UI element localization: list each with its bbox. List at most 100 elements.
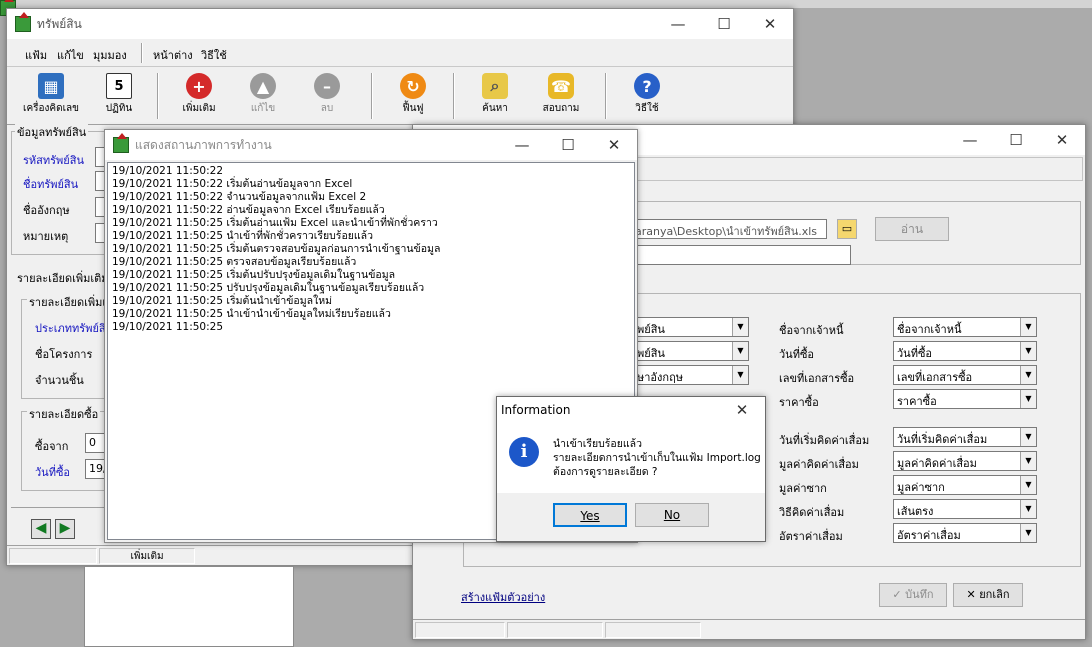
menu-window[interactable]: หน้าต่าง [153,46,193,64]
log-line: 19/10/2021 11:50:25 ตรวจสอบข้อมูลเรียบร้… [112,256,357,268]
map-combo-6[interactable]: มูลค่าซาก ▼ [893,475,1037,495]
desktop-strip [0,0,1092,8]
calendar-label: ปฏิทิน [105,103,133,114]
menu-view[interactable]: มุมมอง [93,46,127,64]
import-minimize-button[interactable]: — [947,125,993,155]
chevron-down-icon: ▼ [732,318,748,336]
dialog-close-button[interactable]: ✕ [719,397,765,423]
chevron-down-icon: ▼ [732,366,748,384]
calculator-button[interactable]: ▦ เครื่องคิดเลข [19,71,83,121]
dialog-line-2: รายละเอียดการนำเข้าเก็บในแฟ้ม Import.log [553,452,761,464]
asset-type-label: ประเภททรัพย์สิ [35,322,106,335]
chevron-down-icon: ▼ [1020,500,1036,518]
import-close-button[interactable]: ✕ [1039,125,1085,155]
log-line: 19/10/2021 11:50:22 เริ่มต้นอ่านข้อมูลจา… [112,178,353,190]
menu-edit[interactable]: แก้ไข [57,46,84,64]
prev-arrow-icon[interactable]: ◀ [31,519,51,539]
asset-info-title: ข้อมูลทรัพย์สิน [15,123,89,141]
map-combo-0[interactable]: ชื่อจากเจ้าหนี้ ▼ [893,317,1037,337]
toolbar-separator [453,73,455,119]
map-combo-8[interactable]: อัตราค่าเสื่อม ▼ [893,523,1037,543]
left-combo-3[interactable]: ษาอังกฤษ ▼ [633,365,749,385]
edit-button[interactable]: ▲ แก้ไข [231,71,295,121]
log-close-button[interactable]: ✕ [591,130,637,160]
read-button[interactable]: อ่าน [875,217,949,241]
extra-details-title: รายละเอียดเพิ่มเติ [27,293,116,311]
restore-label: ฟื้นฟู [402,103,424,114]
log-titlebar[interactable]: แสดงสถานภาพการทำงาน — ☐ ✕ [105,130,637,160]
log-minimize-button[interactable]: — [499,130,545,160]
cross-icon: ✕ [966,588,980,601]
log-line: 19/10/2021 11:50:22 อ่านข้อมูลจาก Excel … [112,204,385,216]
map-label-8: อัตราค่าเสื่อม [779,530,843,543]
phone-icon: ☎ [548,73,574,99]
delete-icon: – [314,73,340,99]
left-combo-1[interactable]: พย์สิน ▼ [633,317,749,337]
help-button[interactable]: ? วิธีใช้ [615,71,679,121]
log-title: แสดงสถานภาพการทำงาน [135,137,272,152]
add-button[interactable]: + เพิ่มเติม [167,71,231,121]
status-cell [507,622,603,638]
sheet-field[interactable] [631,245,851,265]
next-arrow-icon[interactable]: ▶ [55,519,75,539]
delete-button[interactable]: – ลบ [295,71,359,121]
search-button[interactable]: ⌕ ค้นหา [463,71,527,121]
no-button[interactable]: No [635,503,709,527]
map-combo-7[interactable]: เส้นตรง ▼ [893,499,1037,519]
chevron-down-icon: ▼ [1020,452,1036,470]
background-panel [84,566,294,647]
dialog-titlebar[interactable]: Information ✕ [497,397,765,423]
map-combo-4[interactable]: วันที่เริ่มคิดค่าเสื่อม ▼ [893,427,1037,447]
edit-label: แก้ไข [250,103,276,114]
menu-help[interactable]: วิธีใช้ [201,46,227,64]
calendar-button[interactable]: 5 ปฏิทิน [87,71,151,121]
log-line: 19/10/2021 11:50:25 เริ่มต้นปรับปรุงข้อม… [112,269,396,281]
add-icon: + [186,73,212,99]
folder-icon[interactable]: ▭ [837,219,857,239]
help-icon: ? [634,73,660,99]
toolbar-separator [157,73,159,119]
log-line: 19/10/2021 11:50:25 นำเข้าที่พักชั่วคราว… [112,230,374,242]
quantity-label: จำนวนชิ้น [35,374,84,387]
left-combo-2[interactable]: พย์สิน ▼ [633,341,749,361]
delete-label: ลบ [320,103,334,114]
buy-date-label: วันที่ซื้อ [35,466,71,479]
status-cell [605,622,701,638]
map-combo-2[interactable]: เลขที่เอกสารซื้อ ▼ [893,365,1037,385]
minimize-button[interactable]: — [655,9,701,39]
yes-button[interactable]: Yes [553,503,627,527]
log-maximize-button[interactable]: ☐ [545,130,591,160]
import-maximize-button[interactable]: ☐ [993,125,1039,155]
calendar-icon: 5 [106,73,132,99]
chevron-down-icon: ▼ [1020,476,1036,494]
close-button[interactable]: ✕ [747,9,793,39]
create-sample-link[interactable]: สร้างแฟ้มตัวอย่าง [461,588,545,606]
main-titlebar[interactable]: ทรัพย์สิน — ☐ ✕ [7,9,793,39]
menu-file[interactable]: แฟ้ม [25,46,47,64]
add-label: เพิ่มเติม [182,103,216,114]
toolbar-separator [371,73,373,119]
cancel-button[interactable]: ✕ ยกเลิก [953,583,1023,607]
save-button[interactable]: ✓ บันทึก [879,583,947,607]
map-label-1: วันที่ซื้อ [779,348,815,361]
maximize-button[interactable]: ☐ [701,9,747,39]
map-combo-1[interactable]: วันที่ซื้อ ▼ [893,341,1037,361]
search-label: ค้นหา [482,103,508,114]
dialog-line-3: ต้องการดูรายละเอียด ? [553,466,658,478]
status-cell [9,548,97,564]
map-combo-3[interactable]: ราคาซื้อ ▼ [893,389,1037,409]
map-combo-5[interactable]: มูลค่าคิดค่าเสื่อม ▼ [893,451,1037,471]
chevron-down-icon: ▼ [732,342,748,360]
log-line: 19/10/2021 11:50:25 นำเข้านำเข้าข้อมูลให… [112,308,391,320]
log-line: 19/10/2021 11:50:25 เริ่มต้นนำเข้าข้อมูล… [112,295,333,307]
file-path-field[interactable]: aranya\Desktop\นำเข้าทรัพย์สิน.xls [631,219,827,239]
tab-extra-details[interactable]: รายละเอียดเพิ่มเติม [17,269,109,287]
asset-note-label: หมายเหตุ [23,230,69,243]
dialog-title: Information [501,403,571,417]
help-label: วิธีใช้ [635,103,659,114]
toolbar-separator [605,73,607,119]
inquiry-button[interactable]: ☎ สอบถาม [529,71,593,121]
info-icon: i [509,437,539,467]
restore-button[interactable]: ↻ ฟื้นฟู [381,71,445,121]
check-icon: ✓ [892,588,906,601]
